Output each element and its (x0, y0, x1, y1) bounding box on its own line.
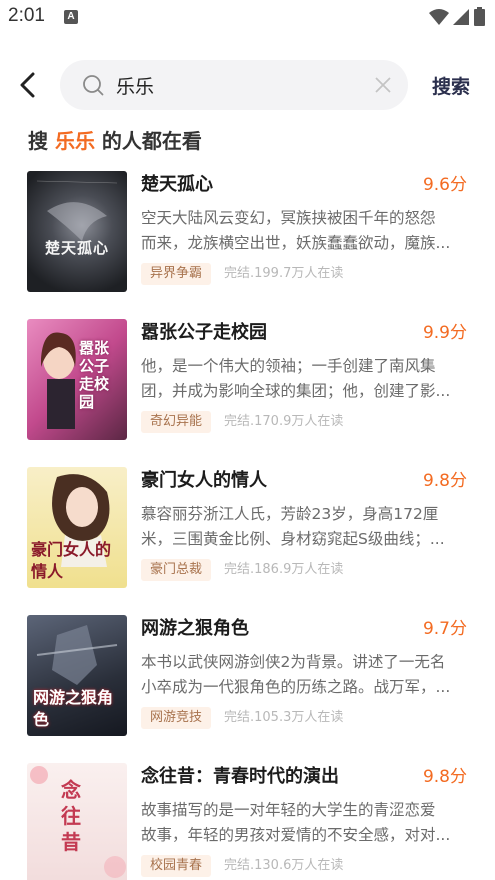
book-description-line: 故事，年轻的男孩对爱情的不安全感，对对... (141, 826, 451, 844)
cover-title: 念往昔 (61, 778, 81, 854)
book-score: 9.7分 (422, 619, 467, 639)
book-description: 空天大陆风云变幻，冥族挟被困千年的怒怨 而来，龙族横空出世，妖族蠢蠢欲动，魔族.… (141, 206, 463, 256)
cover-title: 嚣张公子走校园 (79, 339, 110, 411)
book-title: 楚天孤心 (141, 174, 213, 195)
search-button[interactable]: 搜索 (432, 72, 470, 99)
search-input[interactable] (116, 70, 366, 100)
book-meta: 完结.105.3万人在读 (224, 710, 344, 725)
section-title-suffix: 的人都在看 (94, 129, 202, 153)
cover-title: 网游之狠角色 (33, 688, 114, 729)
book-cover: 豪门女人的情人 (27, 467, 127, 588)
book-title: 网游之狠角色 (141, 618, 249, 639)
book-meta: 完结.199.7万人在读 (224, 266, 344, 281)
book-score: 9.9分 (422, 323, 467, 343)
book-description-line: 而来，龙族横空出世，妖族蠢蠢欲动，魔族... (141, 234, 451, 252)
search-icon (83, 75, 104, 96)
signal-icon (453, 8, 469, 25)
book-tag: 校园青春 (141, 855, 212, 877)
book-item[interactable]: 念往昔 念往昔：青春时代的演出 9.8分 故事描写的是一对年轻的大学生的青涩恋爱… (0, 760, 495, 880)
book-list: 楚天孤心 楚天孤心 9.6分 空天大陆风云变幻，冥族挟被困千年的怒怨 而来，龙族… (0, 168, 495, 880)
section-title-keyword: 乐乐 (54, 129, 95, 153)
book-title: 嚣张公子走校园 (141, 322, 267, 343)
search-box[interactable] (60, 60, 408, 110)
status-time: 2:01 (8, 5, 45, 26)
book-description: 故事描写的是一对年轻的大学生的青涩恋爱 故事，年轻的男孩对爱情的不安全感，对对.… (141, 798, 463, 848)
book-tag: 豪门总裁 (141, 559, 212, 581)
book-description-line: 故事描写的是一对年轻的大学生的青涩恋爱 (141, 801, 436, 819)
book-description-line: 慕容丽芬浙江人氏，芳龄23岁，身高172厘 (141, 505, 439, 523)
section-title-prefix: 搜 (28, 129, 55, 153)
book-cover: 念往昔 (27, 763, 127, 880)
battery-icon (474, 7, 485, 26)
search-bar: 搜索 (0, 58, 495, 112)
book-description-line: 米，三围黄金比例、身材窈窕起S级曲线；... (141, 530, 445, 548)
book-meta: 完结.170.9万人在读 (224, 414, 344, 429)
book-score: 9.6分 (422, 175, 467, 195)
book-cover: 嚣张公子走校园 (27, 319, 127, 440)
book-description-line: 小卒成为一代狠角色的历练之路。战万军，... (141, 678, 451, 696)
book-tag: 网游竞技 (141, 707, 212, 729)
book-item[interactable]: 嚣张公子走校园 嚣张公子走校园 9.9分 他，是一个伟大的领袖；一手创建了南风集… (0, 316, 495, 464)
book-description: 他，是一个伟大的领袖；一手创建了南风集 团，并成为影响全球的集团；他，创建了影.… (141, 354, 463, 404)
book-cover: 网游之狠角色 (27, 615, 127, 736)
book-meta: 完结.186.9万人在读 (224, 562, 344, 577)
book-title: 豪门女人的情人 (141, 470, 267, 491)
book-description-line: 空天大陆风云变幻，冥族挟被困千年的怒怨 (141, 209, 436, 227)
wifi-icon (429, 8, 449, 25)
book-description-line: 他，是一个伟大的领袖；一手创建了南风集 (141, 357, 436, 375)
section-title: 搜 乐乐 的人都在看 (28, 125, 202, 154)
cover-title: 楚天孤心 (45, 239, 110, 257)
book-item[interactable]: 楚天孤心 楚天孤心 9.6分 空天大陆风云变幻，冥族挟被困千年的怒怨 而来，龙族… (0, 168, 495, 316)
clear-icon[interactable] (374, 76, 392, 94)
notification-icon: A (64, 10, 78, 24)
book-description-line: 本书以武侠网游剑侠2为背景。讲述了一无名 (141, 653, 446, 671)
book-description-line: 团，并成为影响全球的集团；他，创建了影... (141, 382, 451, 400)
book-title: 念往昔：青春时代的演出 (141, 766, 339, 787)
back-arrow-icon (20, 72, 35, 98)
status-icons (429, 7, 485, 26)
book-meta: 完结.130.6万人在读 (224, 858, 344, 873)
book-description: 慕容丽芬浙江人氏，芳龄23岁，身高172厘 米，三围黄金比例、身材窈窕起S级曲线… (141, 502, 463, 552)
cover-title: 豪门女人的情人 (31, 540, 112, 581)
book-description: 本书以武侠网游剑侠2为背景。讲述了一无名 小卒成为一代狠角色的历练之路。战万军，… (141, 650, 463, 700)
book-tag: 异界争霸 (141, 263, 212, 285)
book-item[interactable]: 网游之狠角色 网游之狠角色 9.7分 本书以武侠网游剑侠2为背景。讲述了一无名 … (0, 612, 495, 760)
back-button[interactable] (10, 68, 44, 102)
book-item[interactable]: 豪门女人的情人 豪门女人的情人 9.8分 慕容丽芬浙江人氏，芳龄23岁，身高17… (0, 464, 495, 612)
book-score: 9.8分 (422, 471, 467, 491)
status-bar: 2:01 A (0, 0, 495, 36)
book-cover: 楚天孤心 (27, 171, 127, 292)
cover-art (36, 180, 118, 241)
book-tag: 奇幻异能 (141, 411, 212, 433)
book-score: 9.8分 (422, 767, 467, 787)
